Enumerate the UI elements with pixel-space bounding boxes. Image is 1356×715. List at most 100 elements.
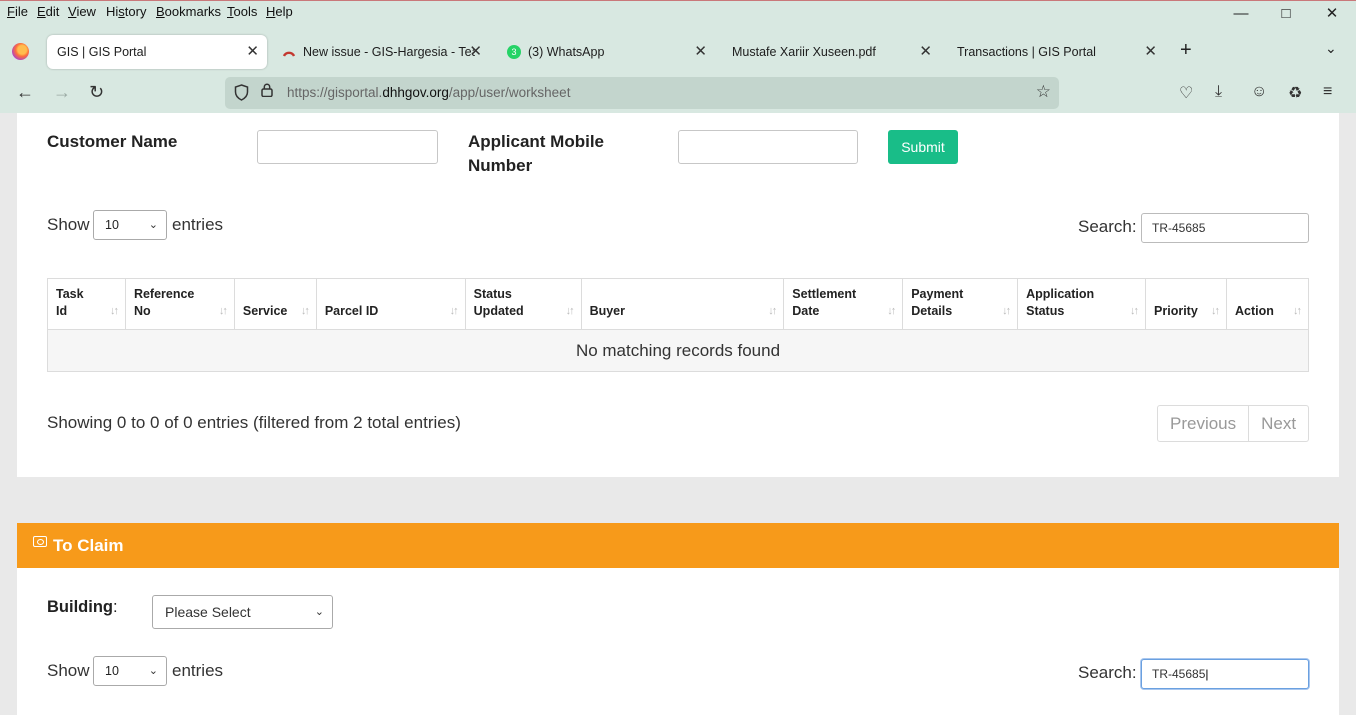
col-status-updated[interactable]: Status Updated ↓↑ — [464, 278, 582, 330]
menu-bookmarks[interactable]: Bookmarks — [156, 4, 221, 19]
menu-file[interactable]: File — [7, 4, 28, 19]
menu-tools[interactable]: Tools — [227, 4, 257, 19]
whatsapp-badge-icon: 3 — [507, 45, 521, 59]
close-tab-icon[interactable]: ✕ — [919, 42, 932, 60]
search-label: Search: — [1078, 663, 1137, 682]
firefox-icon[interactable] — [12, 43, 29, 60]
table-info: Showing 0 to 0 of 0 entries (filtered fr… — [47, 413, 461, 432]
close-window-icon[interactable]: ✕ — [1322, 5, 1342, 23]
tab-title: (3) WhatsApp — [528, 45, 605, 59]
entries-label: entries — [172, 215, 224, 234]
new-tab-plus-icon[interactable]: + — [1180, 39, 1192, 62]
claim-entries-length-select[interactable]: 10 ⌄ — [93, 656, 167, 686]
sort-icon: ↓↑ — [1130, 305, 1139, 317]
sort-icon: ↓↑ — [300, 305, 310, 317]
menu-edit[interactable]: Edit — [37, 4, 59, 19]
tab-title: GIS | GIS Portal — [57, 45, 147, 59]
chevron-down-icon: ⌄ — [314, 606, 324, 618]
pagination: Previous Next — [1157, 405, 1310, 442]
gitlab-gauge-icon — [282, 51, 296, 57]
col-reference-no[interactable]: Reference No ↓↑ — [124, 278, 235, 330]
tab-pdf[interactable]: Mustafe Xariir Xuseen.pdf ✕ — [722, 35, 942, 69]
col-service[interactable]: Service ↓↑ — [233, 278, 317, 330]
back-arrow-icon[interactable]: ← — [16, 82, 34, 103]
previous-page-button[interactable]: Previous — [1158, 406, 1248, 441]
account-icon[interactable]: ☺ — [1251, 83, 1267, 101]
sort-icon: ↓↑ — [887, 305, 896, 317]
building-select[interactable]: Please Select ⌄ — [152, 595, 333, 629]
worksheet-card: Customer Name Applicant Mobile Number Su… — [17, 113, 1339, 477]
maximize-icon[interactable]: □ — [1276, 5, 1296, 23]
list-tabs-chevron-icon[interactable]: ⌄ — [1325, 40, 1337, 57]
tab-gis-portal[interactable]: GIS | GIS Portal ✕ — [47, 35, 267, 69]
menu-bar: File Edit View History Bookmarks Tools H… — [0, 1, 1356, 25]
next-page-button[interactable]: Next — [1248, 406, 1308, 441]
customer-name-label: Customer Name — [47, 132, 178, 151]
col-buyer[interactable]: Buyer ↓↑ — [580, 278, 785, 330]
tab-new-issue[interactable]: New issue - GIS-Hargesia - Team ✕ — [272, 35, 492, 69]
col-application-status[interactable]: Application Status ↓↑ — [1017, 278, 1147, 330]
col-task-id[interactable]: Task Id ↓↑ — [47, 278, 126, 330]
table-row: No matching records found — [47, 329, 1309, 372]
applicant-mobile-input[interactable] — [678, 130, 858, 164]
col-payment-details[interactable]: Payment Details ↓↑ — [902, 278, 1019, 330]
reload-icon[interactable]: ↻ — [89, 82, 104, 103]
money-icon — [33, 536, 47, 547]
minimize-icon[interactable]: — — [1231, 5, 1251, 23]
to-claim-title: To Claim — [53, 536, 124, 555]
col-settlement-date[interactable]: Settlement Date ↓↑ — [783, 278, 904, 330]
entries-label: entries — [172, 661, 224, 680]
lock-icon[interactable] — [261, 83, 273, 97]
search-label: Search: — [1078, 217, 1137, 236]
tab-title: New issue - GIS-Hargesia - Team — [303, 45, 475, 59]
bookmark-star-icon[interactable]: ☆ — [1036, 82, 1051, 102]
empty-table-message: No matching records found — [47, 329, 1309, 372]
pocket-icon[interactable]: ♡ — [1179, 83, 1193, 103]
sort-icon: ↓↑ — [449, 305, 459, 317]
sort-icon: ↓↑ — [1293, 305, 1302, 317]
tab-strip: GIS | GIS Portal ✕ New issue - GIS-Harge… — [0, 31, 1356, 71]
downloads-icon[interactable]: ⤓ — [1215, 83, 1222, 101]
to-claim-header: To Claim — [17, 523, 1339, 568]
table-header-row: Task Id ↓↑ Reference No ↓↑ Service ↓↑ Parcel … — [47, 278, 1310, 330]
entries-length-select[interactable]: 10 ⌄ — [93, 210, 167, 240]
sort-icon: ↓↑ — [1002, 305, 1011, 317]
col-parcel-id[interactable]: Parcel ID ↓↑ — [315, 278, 466, 330]
close-tab-icon[interactable]: ✕ — [469, 42, 482, 60]
sort-icon: ↓↑ — [768, 305, 777, 317]
nav-toolbar: ← → ↻ https://gisportal.dhhgov.org/app/u… — [0, 73, 1356, 113]
sort-icon: ↓↑ — [1210, 305, 1220, 317]
building-label: Building: — [47, 598, 118, 616]
customer-name-input[interactable] — [257, 130, 438, 164]
menu-help[interactable]: Help — [266, 4, 293, 19]
search-input[interactable]: TR-45685 — [1141, 213, 1309, 243]
to-claim-card: To Claim Building: Please Select ⌄ Show … — [17, 523, 1339, 715]
col-action[interactable]: Action ↓↑ — [1225, 278, 1310, 330]
extensions-icon[interactable]: ♻ — [1288, 83, 1302, 103]
show-label: Show — [47, 661, 90, 680]
sort-icon: ↓↑ — [109, 305, 119, 317]
col-priority[interactable]: Priority ↓↑ — [1145, 278, 1227, 330]
chevron-down-icon: ⌄ — [148, 665, 158, 677]
tab-title: Mustafe Xariir Xuseen.pdf — [732, 45, 876, 59]
close-tab-icon[interactable]: ✕ — [1144, 42, 1157, 60]
sort-icon: ↓↑ — [218, 305, 228, 317]
tab-transactions[interactable]: Transactions | GIS Portal ✕ — [947, 35, 1167, 69]
claim-search-input[interactable]: TR-45685| — [1141, 659, 1309, 689]
chevron-down-icon: ⌄ — [148, 219, 158, 231]
close-tab-icon[interactable]: ✕ — [694, 42, 707, 60]
show-label: Show — [47, 215, 90, 234]
url-bar[interactable]: https://gisportal.dhhgov.org/app/user/wo… — [225, 77, 1059, 109]
menu-history[interactable]: History — [106, 4, 146, 19]
menu-view[interactable]: View — [68, 4, 96, 19]
tab-whatsapp[interactable]: 3 (3) WhatsApp ✕ — [497, 35, 717, 69]
tracking-shield-icon[interactable] — [234, 84, 249, 101]
sort-icon: ↓↑ — [565, 305, 575, 317]
url-text[interactable]: https://gisportal.dhhgov.org/app/user/wo… — [287, 85, 570, 100]
forward-arrow-icon[interactable]: → — [53, 82, 71, 103]
app-menu-icon[interactable]: ≡ — [1323, 83, 1332, 101]
close-tab-icon[interactable]: ✕ — [246, 42, 259, 60]
tab-title: Transactions | GIS Portal — [957, 45, 1096, 59]
submit-button[interactable]: Submit — [888, 130, 958, 164]
worksheet-table: Task Id ↓↑ Reference No ↓↑ Service ↓↑ Parcel … — [47, 278, 1310, 372]
